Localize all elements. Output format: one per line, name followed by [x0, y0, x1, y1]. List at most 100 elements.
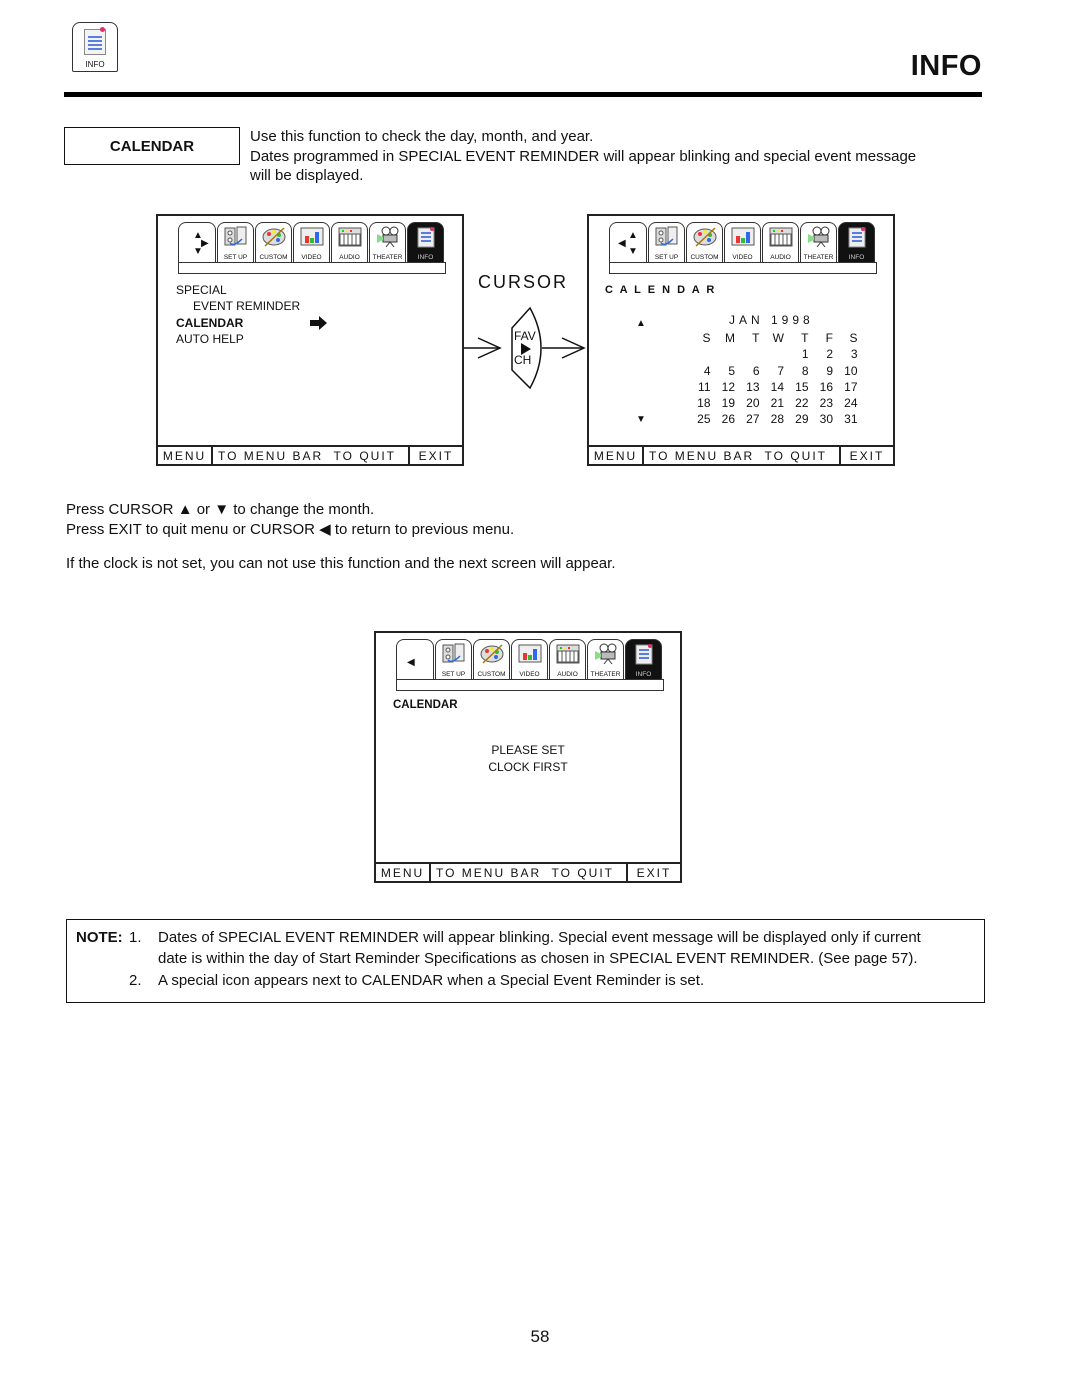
footer-exit: EXIT — [408, 447, 462, 464]
menu-tab-video[interactable]: VIDEO — [511, 639, 548, 679]
title-divider — [64, 92, 982, 97]
menu-item-auto-help[interactable]: AUTO HELP — [176, 332, 244, 346]
cursor-label: CURSOR — [478, 272, 569, 292]
month-up-arrow-icon[interactable]: ▲ — [636, 318, 646, 329]
weekday-label: T — [801, 331, 809, 345]
menu-tab-info[interactable]: INFO — [838, 222, 875, 262]
menu-tab-video[interactable]: VIDEO — [724, 222, 761, 262]
page-number: 58 — [530, 1327, 550, 1346]
menu-tab-custom[interactable]: CUSTOM — [686, 222, 723, 262]
footer-menu: MENU — [158, 447, 213, 464]
calendar-day: 21 — [770, 396, 784, 411]
calendar-day: 3 — [850, 347, 858, 362]
info-icon: INFO — [72, 22, 118, 72]
calendar-day: 19 — [721, 396, 735, 411]
calendar-week-row: 4 5 6 7 8 9 10 — [686, 364, 858, 380]
screen-footer: MENU TO MENU BAR TO QUIT EXIT — [376, 862, 680, 881]
menu-tab-set-up[interactable]: SET UP — [435, 639, 472, 679]
menu-tab-custom[interactable]: CUSTOM — [473, 639, 510, 679]
calendar-day: 18 — [697, 396, 711, 411]
menu-tab-label: SET UP — [654, 254, 679, 261]
menu-tab-theater[interactable]: THEATER — [587, 639, 624, 679]
cursor-nav-tab[interactable]: ▲ ▶ ▼ — [178, 222, 216, 262]
menu-tab-audio[interactable]: AUDIO — [331, 222, 368, 262]
footer-exit: EXIT — [839, 447, 893, 464]
menu-tab-label: THEATER — [803, 254, 834, 261]
calendar-day: 13 — [746, 379, 760, 394]
cursor-nav-tab[interactable]: ◀ — [396, 639, 434, 679]
menu-tab-video[interactable]: VIDEO — [293, 222, 330, 262]
menu-tab-label: VIDEO — [301, 254, 322, 261]
calendar-day: 27 — [746, 412, 760, 427]
instruction-text: to change the month. — [233, 501, 375, 518]
menu-tab-audio[interactable]: AUDIO — [549, 639, 586, 679]
page-title: INFO — [910, 50, 982, 82]
weekday-label: S — [849, 331, 858, 345]
calendar-day: 30 — [819, 412, 833, 427]
instruction-line-1: Press CURSOR ▲ or ▼ to change the month. — [66, 501, 374, 518]
menu-tab-strip: ◀ SET UP CUSTOM VIDEO AUDIO THEATER INFO — [396, 639, 662, 679]
intro-line: will be displayed. — [250, 167, 364, 184]
footer-exit: EXIT — [626, 864, 680, 881]
screen-footer: MENU TO MENU BAR TO QUIT EXIT — [158, 445, 462, 464]
tab-bar — [178, 262, 446, 274]
calendar-screen: ▲ ◀ ▼ SET UP CUSTOM VIDEO AUDIO THEATER INFO C … — [587, 214, 895, 466]
month-down-arrow-icon[interactable]: ▼ — [636, 414, 646, 425]
calendar-week-row: 18 19 20 21 22 23 24 — [686, 396, 858, 412]
calendar-day: 2 — [826, 347, 833, 362]
instruction-line-2: Press EXIT to quit menu or CURSOR ◀ to r… — [66, 520, 514, 538]
menu-tab-label: AUDIO — [557, 671, 578, 678]
calendar-day — [711, 347, 736, 363]
down-triangle-icon: ▼ — [214, 501, 230, 518]
menu-screen: ▲ ▶ ▼ SET UP CUSTOM VIDEO AUDIO THEATER INFO SP… — [156, 214, 464, 466]
footer-hint: TO MENU BAR TO QUIT — [644, 447, 839, 464]
menu-tab-label: CUSTOM — [259, 254, 288, 261]
note-line: Dates of SPECIAL EVENT REMINDER will app… — [158, 929, 921, 946]
up-triangle-icon: ▲ — [177, 501, 193, 518]
menu-tab-audio[interactable]: AUDIO — [762, 222, 799, 262]
menu-item-special[interactable]: SPECIAL — [176, 283, 227, 297]
message-line: CLOCK FIRST — [488, 760, 568, 774]
footer-to-quit: TO QUIT — [764, 448, 827, 463]
menu-tab-custom[interactable]: CUSTOM — [255, 222, 292, 262]
calendar-day: 5 — [728, 363, 735, 378]
calendar-day: 28 — [770, 412, 784, 427]
note-label: NOTE: — [76, 929, 123, 946]
footer-to-quit: TO QUIT — [551, 865, 614, 880]
footer-to-quit: TO QUIT — [333, 448, 396, 463]
calendar-day: 26 — [721, 412, 735, 427]
menu-tab-theater[interactable]: THEATER — [800, 222, 837, 262]
calendar-day: 1 — [801, 347, 809, 362]
menu-tab-label: CUSTOM — [690, 254, 719, 261]
calendar-heading: C A L E N D A R — [605, 284, 717, 296]
menu-tab-theater[interactable]: THEATER — [369, 222, 406, 262]
menu-tab-info[interactable]: INFO — [625, 639, 662, 679]
calendar-day: 9 — [826, 363, 833, 378]
calendar-week-row: 1 2 3 — [686, 347, 858, 363]
calendar-day: 14 — [770, 379, 784, 394]
note-item-2: A special icon appears next to CALENDAR … — [158, 972, 705, 989]
calendar-day: 11 — [698, 379, 711, 394]
calendar-week-row: 11 12 13 14 15 16 17 — [686, 379, 857, 396]
menu-tab-set-up[interactable]: SET UP — [217, 222, 254, 262]
note-item-1: Dates of SPECIAL EVENT REMINDER will app… — [158, 927, 921, 969]
cursor-button-diagram — [464, 306, 586, 390]
menu-tab-label: AUDIO — [339, 254, 360, 261]
menu-tab-set-up[interactable]: SET UP — [648, 222, 685, 262]
ch-label: CH — [514, 353, 532, 367]
left-triangle-icon: ◀ — [319, 521, 331, 538]
calendar-day: 15 — [795, 379, 809, 394]
tab-bar — [396, 679, 664, 691]
cursor-nav-tab[interactable]: ▲ ◀ ▼ — [609, 222, 647, 262]
cursor-left-icon: ◀ — [407, 657, 415, 668]
menu-item-calendar[interactable]: CALENDAR — [176, 316, 243, 330]
calendar-day: 24 — [844, 396, 858, 411]
instruction-text: Press EXIT to quit menu or CURSOR — [66, 521, 315, 538]
cursor-arrows-icon: ▲ ◀ ▼ — [618, 230, 638, 257]
month-year: JAN 1998 — [729, 313, 814, 327]
menu-item-event-reminder[interactable]: EVENT REMINDER — [193, 299, 300, 313]
footer-menu: MENU — [376, 864, 431, 881]
calendar-day: 20 — [746, 396, 760, 411]
menu-tab-info[interactable]: INFO — [407, 222, 444, 262]
calendar-day: 4 — [703, 363, 711, 378]
